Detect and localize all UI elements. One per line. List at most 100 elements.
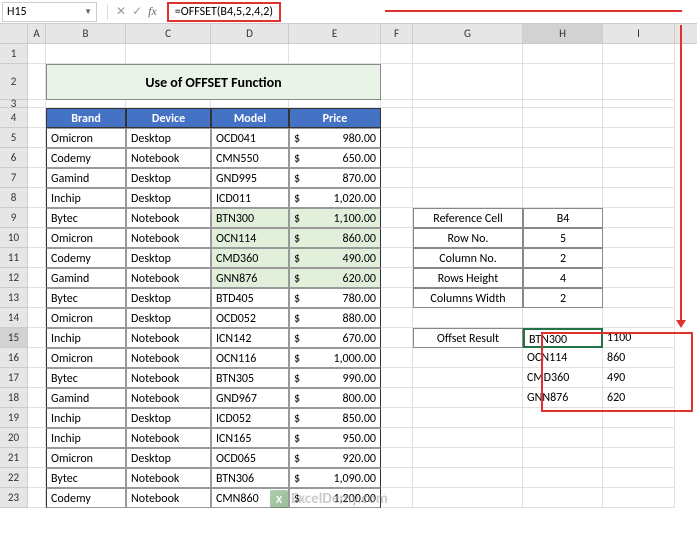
col-header-F[interactable]: F (381, 24, 413, 43)
price-cell[interactable]: $650.00 (289, 148, 381, 168)
cell[interactable] (603, 468, 675, 488)
price-cell[interactable]: $850.00 (289, 408, 381, 428)
enter-icon[interactable]: ✓ (132, 4, 142, 19)
cell[interactable] (28, 368, 46, 388)
row-header-2[interactable]: 2 (0, 64, 28, 100)
offset-result-cell[interactable]: 620 (603, 388, 675, 408)
brand-cell[interactable]: Inchip (46, 408, 126, 428)
cell[interactable] (413, 64, 523, 100)
cell[interactable] (523, 100, 603, 108)
col-header-G[interactable]: G (413, 24, 523, 43)
cell[interactable] (28, 268, 46, 288)
price-cell[interactable]: $980.00 (289, 128, 381, 148)
cell[interactable] (603, 168, 675, 188)
cell[interactable] (603, 188, 675, 208)
cell[interactable] (523, 128, 603, 148)
cell[interactable] (381, 44, 413, 64)
offset-result-cell[interactable]: 490 (603, 368, 675, 388)
cell[interactable] (523, 308, 603, 328)
row-header-22[interactable]: 22 (0, 468, 28, 488)
col-header-I[interactable]: I (603, 24, 675, 43)
brand-cell[interactable]: Inchip (46, 428, 126, 448)
cell[interactable] (603, 128, 675, 148)
device-cell[interactable]: Desktop (126, 168, 211, 188)
cell[interactable] (413, 368, 523, 388)
cell[interactable] (28, 148, 46, 168)
cell[interactable] (523, 488, 603, 508)
cell[interactable] (28, 428, 46, 448)
model-cell[interactable]: ICN165 (211, 428, 289, 448)
brand-cell[interactable]: Gamind (46, 388, 126, 408)
model-cell[interactable]: CMN550 (211, 148, 289, 168)
cell[interactable] (603, 100, 675, 108)
price-cell[interactable]: $920.00 (289, 448, 381, 468)
cell[interactable] (28, 128, 46, 148)
cell[interactable] (381, 188, 413, 208)
brand-cell[interactable]: Bytec (46, 468, 126, 488)
cell[interactable] (413, 488, 523, 508)
cell[interactable] (413, 128, 523, 148)
brand-cell[interactable]: Codemy (46, 488, 126, 508)
model-cell[interactable]: ICD011 (211, 188, 289, 208)
col-header-A[interactable]: A (28, 24, 46, 43)
brand-cell[interactable]: Bytec (46, 208, 126, 228)
cell[interactable] (523, 188, 603, 208)
cell[interactable] (381, 368, 413, 388)
model-cell[interactable]: OCD041 (211, 128, 289, 148)
row-header-19[interactable]: 19 (0, 408, 28, 428)
device-cell[interactable]: Notebook (126, 388, 211, 408)
price-cell[interactable]: $1,100.00 (289, 208, 381, 228)
brand-cell[interactable]: Bytec (46, 288, 126, 308)
cell[interactable] (523, 64, 603, 100)
device-cell[interactable]: Notebook (126, 148, 211, 168)
cell[interactable] (381, 64, 413, 100)
model-cell[interactable]: BTN306 (211, 468, 289, 488)
cell[interactable] (523, 408, 603, 428)
row-header-12[interactable]: 12 (0, 268, 28, 288)
col-header-H[interactable]: H (523, 24, 603, 43)
cell[interactable] (28, 188, 46, 208)
cell[interactable] (381, 128, 413, 148)
cell[interactable] (413, 468, 523, 488)
cell[interactable] (28, 168, 46, 188)
cell[interactable] (381, 100, 413, 108)
cell[interactable] (523, 168, 603, 188)
cell[interactable] (413, 408, 523, 428)
model-cell[interactable]: BTD405 (211, 288, 289, 308)
brand-cell[interactable]: Omicron (46, 228, 126, 248)
cell[interactable] (381, 288, 413, 308)
cancel-icon[interactable]: ✕ (116, 4, 126, 19)
cell[interactable] (381, 328, 413, 348)
row-header-13[interactable]: 13 (0, 288, 28, 308)
offset-result-cell[interactable]: 1100 (603, 328, 675, 348)
row-header-14[interactable]: 14 (0, 308, 28, 328)
model-cell[interactable]: BTN300 (211, 208, 289, 228)
cell[interactable] (523, 108, 603, 128)
price-cell[interactable]: $990.00 (289, 368, 381, 388)
model-cell[interactable]: GND995 (211, 168, 289, 188)
cell[interactable] (381, 308, 413, 328)
cell[interactable] (28, 248, 46, 268)
row-header-3[interactable]: 3 (0, 100, 28, 108)
row-header-21[interactable]: 21 (0, 448, 28, 468)
row-header-23[interactable]: 23 (0, 488, 28, 508)
row-header-17[interactable]: 17 (0, 368, 28, 388)
cell[interactable] (523, 468, 603, 488)
cell[interactable] (126, 100, 211, 108)
cell[interactable] (289, 100, 381, 108)
row-header-11[interactable]: 11 (0, 248, 28, 268)
cell[interactable] (603, 448, 675, 468)
offset-result-cell[interactable]: CMD360 (523, 368, 603, 388)
cell[interactable] (603, 228, 675, 248)
cell[interactable] (381, 208, 413, 228)
brand-cell[interactable]: Codemy (46, 148, 126, 168)
cell[interactable] (603, 408, 675, 428)
brand-cell[interactable]: Omicron (46, 128, 126, 148)
cell[interactable] (381, 108, 413, 128)
cell[interactable] (603, 44, 675, 64)
cell[interactable] (523, 148, 603, 168)
device-cell[interactable]: Notebook (126, 428, 211, 448)
model-cell[interactable]: ICD052 (211, 408, 289, 428)
cell[interactable] (523, 44, 603, 64)
cell[interactable] (381, 468, 413, 488)
